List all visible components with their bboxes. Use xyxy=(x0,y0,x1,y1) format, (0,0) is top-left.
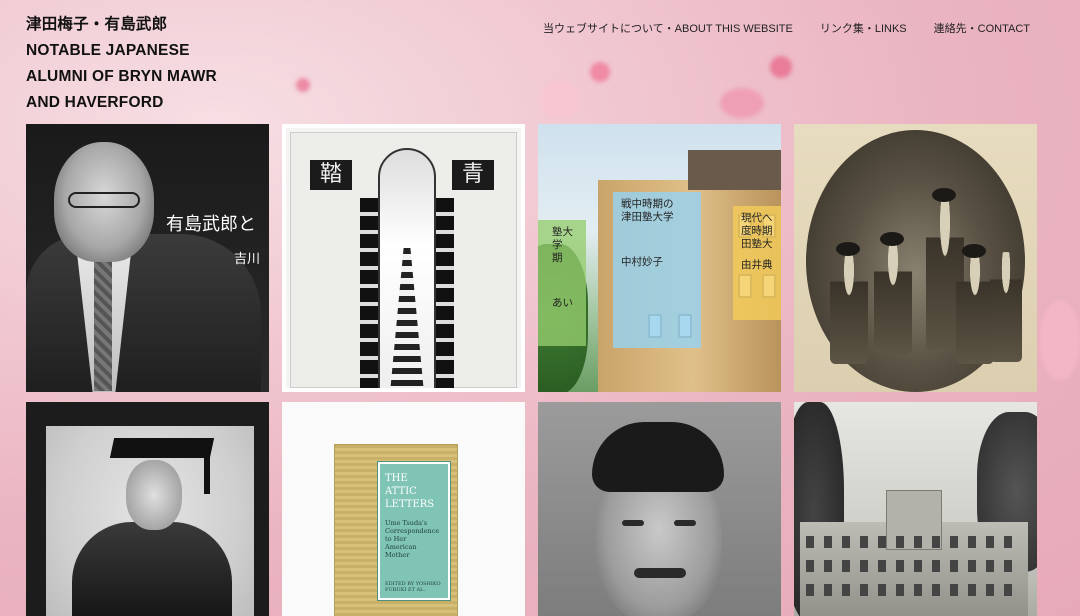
book-label: THE ATTIC LETTERS Ume Tsuda's Correspond… xyxy=(377,461,451,601)
portrait-eye xyxy=(674,520,696,526)
mortarboard-cap xyxy=(109,438,215,458)
photo-hat xyxy=(962,244,986,258)
portrait-glasses xyxy=(68,192,140,208)
graduate-gown xyxy=(72,522,232,616)
graduate-face xyxy=(126,460,182,530)
portrait-suit xyxy=(26,234,261,392)
blossom-decoration xyxy=(540,80,580,120)
tile-caption-author: 吉川 xyxy=(234,252,261,267)
photo-hat xyxy=(880,232,904,246)
site-title-line: 津田梅子・有島武郎 xyxy=(26,16,168,33)
cover-char: 鞜 xyxy=(319,162,342,187)
cover-title-block: 鞜 xyxy=(310,160,352,190)
tile-man-portrait[interactable] xyxy=(538,402,781,616)
portrait-mustache xyxy=(634,568,686,578)
card-title: 塾大学 期 xyxy=(552,226,573,264)
tile-seito-cover[interactable]: 鞜 青 xyxy=(282,124,525,392)
tile-caption: 有島武郎と xyxy=(166,214,256,235)
campus-roof xyxy=(688,150,781,190)
blossom-decoration xyxy=(1040,300,1080,380)
cap-tassel xyxy=(204,452,210,494)
card-author: 由井典 xyxy=(741,259,773,271)
portrait-eye xyxy=(622,520,644,526)
article-grid: 有島武郎と 吉川 鞜 青 塾大学 期 あい 戦中時期の 津田塾大学 中村妙子 現… xyxy=(26,124,1037,616)
site-title-line: ALUMNI OF BRYN MAWR xyxy=(26,68,217,85)
tile-attic-letters[interactable]: THE ATTIC LETTERS Ume Tsuda's Correspond… xyxy=(282,402,525,616)
blossom-decoration xyxy=(590,62,610,82)
blossom-decoration xyxy=(770,56,792,78)
nav-link-contact[interactable]: 連絡先・CONTACT xyxy=(934,20,1030,36)
book-title: THE ATTIC LETTERS xyxy=(385,473,435,510)
blossom-decoration xyxy=(296,78,310,92)
tile-group-portrait[interactable] xyxy=(794,124,1037,392)
card-author: あい xyxy=(552,297,573,309)
book-subtitle: Ume Tsuda's Correspondence to Her Americ… xyxy=(385,519,440,559)
photo-person xyxy=(956,254,994,364)
cover-ornament xyxy=(360,198,378,388)
article-card-middle[interactable]: 戦中時期の 津田塾大学 中村妙子 xyxy=(613,192,701,348)
site-title-line: AND HAVERFORD xyxy=(26,94,164,111)
nav-link-about[interactable]: 当ウェブサイトについて・ABOUT THIS WEBSITE xyxy=(543,20,793,36)
tile-tsuda-graduate[interactable] xyxy=(26,402,269,616)
article-card-right[interactable]: 現代へ 度時期 田塾大 由井典 xyxy=(733,206,781,320)
window-row xyxy=(806,536,1022,548)
photo-person xyxy=(830,254,868,364)
card-title: 現代へ 度時期 田塾大 xyxy=(741,212,773,250)
portrait-hair xyxy=(592,422,724,492)
tile-campus-building-photo[interactable] xyxy=(794,402,1037,616)
portrait-tie xyxy=(94,256,112,391)
main-nav: 当ウェブサイトについて・ABOUT THIS WEBSITE リンク集・LINK… xyxy=(543,20,1030,36)
blossom-decoration xyxy=(720,88,764,118)
photo-person xyxy=(874,244,912,354)
cover-char: 青 xyxy=(461,162,484,187)
window-row xyxy=(806,584,1022,596)
site-title-line: NOTABLE JAPANESE xyxy=(26,42,190,59)
window-row xyxy=(806,560,1022,572)
photo-person xyxy=(990,252,1022,362)
card-author: 中村妙子 xyxy=(621,256,663,268)
nav-link-links[interactable]: リンク集・LINKS xyxy=(820,20,907,36)
article-card-left[interactable]: 塾大学 期 あい xyxy=(538,220,586,346)
photo-hat xyxy=(836,242,860,256)
tile-arishima-portrait[interactable]: 有島武郎と 吉川 xyxy=(26,124,269,392)
cover-title-block: 青 xyxy=(452,160,494,190)
site-title[interactable]: 津田梅子・有島武郎 NOTABLE JAPANESE ALUMNI OF BRY… xyxy=(26,12,217,116)
book-author: EDITED BY YOSHIKO FURUKI ET AL. xyxy=(385,581,441,593)
card-title: 戦中時期の 津田塾大学 xyxy=(621,198,674,223)
photo-hat xyxy=(932,188,956,202)
cover-ornament xyxy=(436,198,454,388)
tile-tsuda-campus[interactable]: 塾大学 期 あい 戦中時期の 津田塾大学 中村妙子 現代へ 度時期 田塾大 由井… xyxy=(538,124,781,392)
